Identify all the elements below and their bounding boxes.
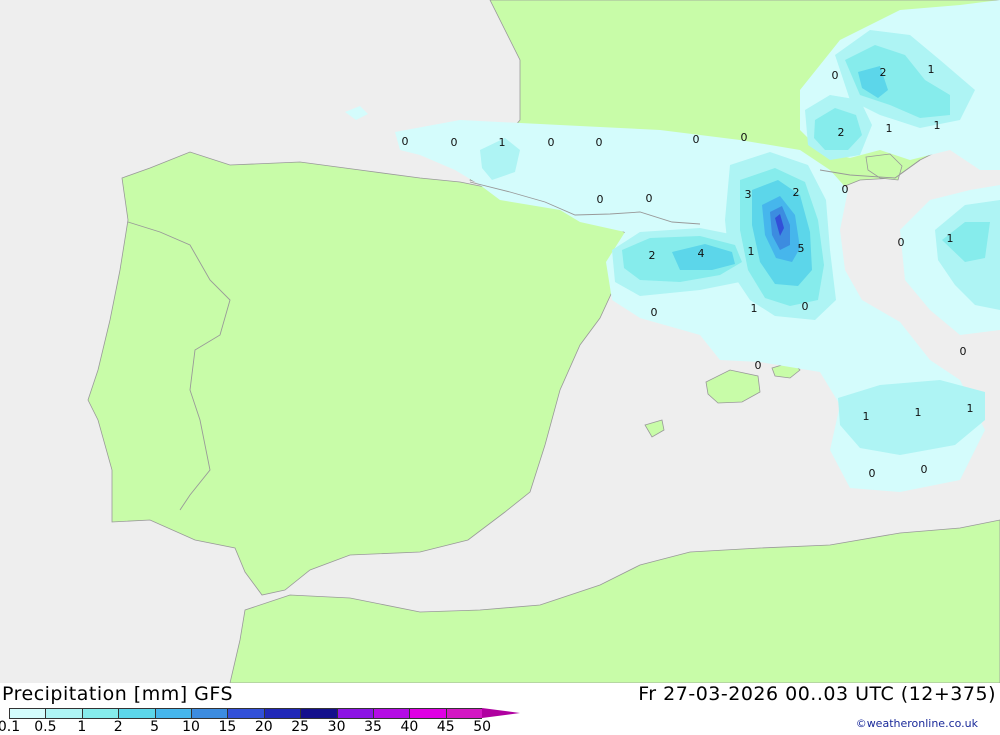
contour-label: 0 xyxy=(693,133,700,146)
legend-swatch xyxy=(227,708,264,719)
valid-time-label: Fr 27-03-2026 00..03 UTC (12+375) xyxy=(638,683,996,705)
contour-label: 1 xyxy=(751,302,758,315)
contour-label: 0 xyxy=(960,345,967,358)
contour-label: 0 xyxy=(921,463,928,476)
precipitation-map: 0 0 1 0 0 0 0 0 0 0 2 1 1 2 1 3 2 0 2 4 1 5 0 1 0 0 1 0 0 1 1 1 0 0 xyxy=(0,0,1000,683)
contour-label: 1 xyxy=(967,402,974,415)
precipitation-legend xyxy=(9,708,521,719)
contour-label: 0 xyxy=(832,69,839,82)
contour-label: 5 xyxy=(798,242,805,255)
source-credit: ©weatheronline.co.uk xyxy=(855,717,978,730)
contour-label: 1 xyxy=(915,406,922,419)
chart-title: Precipitation [mm] GFS xyxy=(2,683,234,705)
contour-label: 2 xyxy=(793,186,800,199)
contour-label: 3 xyxy=(745,188,752,201)
legend-swatch xyxy=(409,708,446,719)
legend-swatch xyxy=(372,708,410,719)
legend-swatch xyxy=(300,708,337,719)
legend-swatch xyxy=(336,708,373,719)
legend-swatch xyxy=(263,708,301,719)
legend-swatch xyxy=(445,708,483,719)
contour-label: 0 xyxy=(451,136,458,149)
contour-label: 1 xyxy=(499,136,506,149)
contour-label: 1 xyxy=(947,232,954,245)
contour-label: 0 xyxy=(651,306,658,319)
contour-label: 0 xyxy=(802,300,809,313)
contour-label: 0 xyxy=(402,135,409,148)
contour-label: 0 xyxy=(869,467,876,480)
contour-label: 2 xyxy=(880,66,887,79)
contour-label: 1 xyxy=(928,63,935,76)
contour-label: 2 xyxy=(649,249,656,262)
contour-label: 4 xyxy=(698,247,705,260)
legend-swatch xyxy=(190,708,228,719)
contour-label: 1 xyxy=(934,119,941,132)
contour-label: 1 xyxy=(863,410,870,423)
legend-swatch xyxy=(118,708,155,719)
map-footer: Precipitation [mm] GFS Fr 27-03-2026 00.… xyxy=(0,683,1000,735)
legend-swatch xyxy=(45,708,82,719)
contour-label: 1 xyxy=(886,122,893,135)
legend-swatch xyxy=(9,708,46,719)
contour-label: 2 xyxy=(838,126,845,139)
contour-label: 0 xyxy=(646,192,653,205)
contour-label: 0 xyxy=(842,183,849,196)
legend-swatch xyxy=(154,708,191,719)
legend-arrow xyxy=(482,708,521,718)
legend-swatch xyxy=(81,708,119,719)
contour-label: 1 xyxy=(748,245,755,258)
contour-label: 0 xyxy=(741,131,748,144)
contour-label: 0 xyxy=(755,359,762,372)
contour-label: 0 xyxy=(597,193,604,206)
contour-label: 0 xyxy=(596,136,603,149)
contour-label: 0 xyxy=(898,236,905,249)
contour-label: 0 xyxy=(548,136,555,149)
